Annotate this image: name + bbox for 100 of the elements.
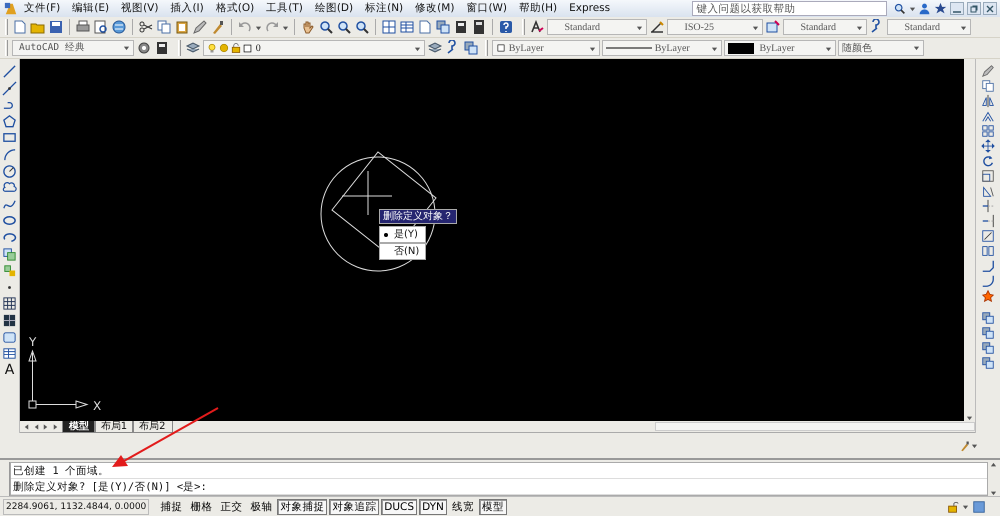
trim-icon[interactable] xyxy=(981,199,995,213)
extend-icon[interactable] xyxy=(981,214,995,228)
tab-next-icon[interactable] xyxy=(42,422,50,430)
break-icon[interactable] xyxy=(981,229,995,243)
menu-item[interactable]: 格式(O) xyxy=(210,1,260,16)
gradient-icon[interactable] xyxy=(2,312,17,328)
offset-icon[interactable] xyxy=(981,109,995,123)
text-tool[interactable]: A xyxy=(4,362,14,378)
cut-icon[interactable] xyxy=(138,19,154,35)
panel-icon[interactable] xyxy=(154,40,170,56)
scroll-down-icon[interactable] xyxy=(990,489,998,496)
status-toggle[interactable]: 模型 xyxy=(478,498,507,514)
status-toggle[interactable]: DYN xyxy=(419,498,447,514)
stack-icon[interactable] xyxy=(435,19,451,35)
tab-first-icon[interactable] xyxy=(22,422,30,430)
menu-item[interactable]: 视图(V) xyxy=(115,1,164,16)
grid-icon[interactable] xyxy=(381,19,397,35)
search-icon[interactable] xyxy=(892,2,906,15)
multileader-style-dropdown[interactable]: Standard xyxy=(887,19,971,35)
menu-item[interactable]: 修改(M) xyxy=(409,1,460,16)
table-style-icon[interactable] xyxy=(765,19,781,35)
settings-icon[interactable] xyxy=(136,40,152,56)
color-dropdown[interactable]: ByLayer xyxy=(492,40,600,56)
layout-tab[interactable]: 布局1 xyxy=(94,420,134,432)
horizontal-scrollbar[interactable] xyxy=(655,422,975,431)
tab-previous-icon[interactable] xyxy=(32,422,40,430)
join-icon[interactable] xyxy=(981,244,995,258)
brush-icon[interactable] xyxy=(192,19,208,35)
circle-icon[interactable] xyxy=(2,164,17,179)
help-search-field[interactable]: 键入问题以获取帮助 xyxy=(692,1,888,16)
caret-icon[interactable] xyxy=(971,442,978,449)
construction-line-icon[interactable] xyxy=(2,80,17,96)
plot-style-dropdown[interactable]: 随颜色 xyxy=(838,40,924,56)
lineweight-dropdown[interactable]: ByLayer xyxy=(724,40,836,56)
lock-icon[interactable] xyxy=(946,500,960,514)
minimize-button[interactable] xyxy=(950,2,964,15)
new-file-icon[interactable] xyxy=(12,19,28,35)
help-icon[interactable] xyxy=(498,19,514,35)
table-icon[interactable] xyxy=(399,19,415,35)
status-toggle[interactable]: 对象捕捉 xyxy=(277,498,328,514)
status-toggle[interactable]: 线宽 xyxy=(448,498,477,514)
prompt-option[interactable]: 是(Y) xyxy=(379,226,426,243)
status-toggle[interactable]: 极轴 xyxy=(247,498,276,514)
zoom-icon[interactable] xyxy=(318,19,334,35)
status-toggle[interactable]: 栅格 xyxy=(187,498,216,514)
table-style-dropdown[interactable]: Standard xyxy=(783,19,867,35)
stack-icon[interactable] xyxy=(463,40,479,56)
dimension-style-dropdown[interactable]: ISO-25 xyxy=(667,19,763,35)
status-toggle[interactable]: 捕捉 xyxy=(157,498,186,514)
caret-icon[interactable] xyxy=(255,24,262,30)
text-style-icon[interactable] xyxy=(529,19,545,35)
menu-item[interactable]: 插入(I) xyxy=(164,1,210,16)
fillet-icon[interactable] xyxy=(981,274,995,288)
pencil-icon[interactable] xyxy=(981,64,995,78)
block-icon[interactable] xyxy=(2,263,17,278)
draw-order-icon[interactable] xyxy=(981,326,995,340)
arc-icon[interactable] xyxy=(2,146,17,162)
status-toggle[interactable]: 对象追踪 xyxy=(329,498,380,514)
copy-icon[interactable] xyxy=(156,19,172,35)
dimension-style-icon[interactable] xyxy=(649,19,665,35)
paintbrush-icon[interactable] xyxy=(210,19,226,35)
status-toggle[interactable]: DUCS xyxy=(381,498,418,514)
draw-order-icon[interactable] xyxy=(981,311,995,325)
scale-icon[interactable] xyxy=(981,169,995,183)
clean-screen-icon[interactable] xyxy=(972,500,986,514)
menu-item[interactable]: 编辑(E) xyxy=(66,1,116,16)
caret-icon[interactable] xyxy=(962,503,970,510)
text-style-dropdown[interactable]: Standard xyxy=(547,19,647,35)
table-icon[interactable] xyxy=(2,346,17,362)
menu-item[interactable]: 绘图(D) xyxy=(308,1,360,16)
restore-button[interactable] xyxy=(966,2,980,15)
save-icon[interactable] xyxy=(48,19,64,35)
close-button[interactable] xyxy=(983,2,998,15)
polygon-icon[interactable] xyxy=(2,114,17,129)
draw-order-icon[interactable] xyxy=(981,341,995,355)
star-icon[interactable] xyxy=(934,2,947,15)
layout-tab[interactable]: 布局2 xyxy=(132,420,172,432)
move-icon[interactable] xyxy=(981,139,995,153)
tab-last-icon[interactable] xyxy=(52,422,59,430)
mirror-icon[interactable] xyxy=(981,94,995,108)
zoom-window-icon[interactable] xyxy=(336,19,352,35)
person-icon[interactable] xyxy=(918,2,932,15)
globe-icon[interactable] xyxy=(111,19,127,35)
menu-item[interactable]: 窗口(W) xyxy=(460,1,514,16)
region-icon[interactable] xyxy=(2,330,17,344)
layer-dropdown[interactable]: 0 xyxy=(203,40,425,56)
paste-icon[interactable] xyxy=(174,19,190,35)
zoom-previous-icon[interactable] xyxy=(354,19,370,35)
insert-block-icon[interactable] xyxy=(2,246,17,262)
panel-icon[interactable] xyxy=(453,19,469,35)
caret-icon[interactable] xyxy=(908,5,916,12)
array-icon[interactable] xyxy=(981,124,995,138)
page-magnifier-icon[interactable] xyxy=(93,19,109,35)
menu-item[interactable]: Express xyxy=(563,1,616,16)
linetype-dropdown[interactable]: ByLayer xyxy=(602,40,722,56)
workspace-dropdown[interactable]: AutoCAD 经典 xyxy=(12,40,134,56)
prompt-option[interactable]: 否(N) xyxy=(379,243,426,260)
menu-item[interactable]: 帮助(H) xyxy=(513,1,564,16)
draw-order-icon[interactable] xyxy=(981,356,995,370)
rotate-icon[interactable] xyxy=(981,154,995,168)
